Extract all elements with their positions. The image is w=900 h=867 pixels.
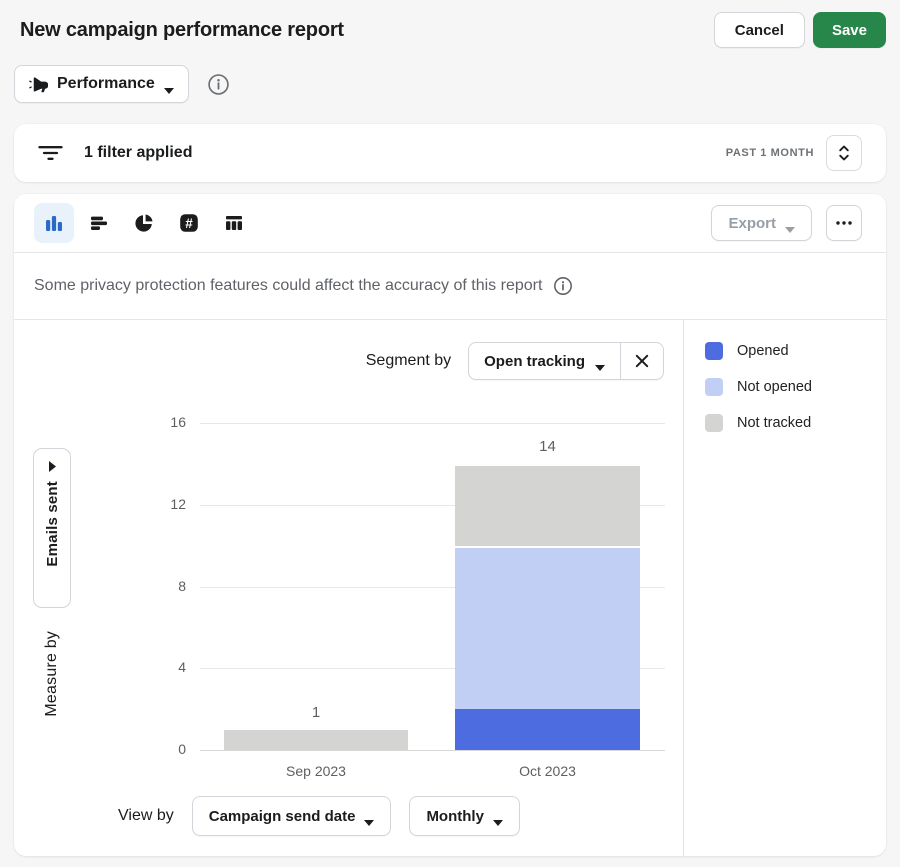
view-by-dimension-dropdown[interactable]: Campaign send date: [192, 796, 392, 836]
horizontal-bar-view-button[interactable]: [79, 203, 119, 243]
more-options-button[interactable]: [826, 205, 862, 241]
report-type-row: Performance: [0, 48, 900, 103]
table-view-button[interactable]: [214, 203, 254, 243]
legend-swatch-opened: [705, 342, 723, 360]
x-axis-label: Oct 2023: [455, 763, 640, 779]
chart-type-toolbar: # Export: [14, 194, 886, 252]
report-type-dropdown[interactable]: Performance: [14, 65, 189, 103]
more-horizontal-icon: [836, 221, 852, 225]
bar-segment-opened[interactable]: [455, 709, 640, 750]
legend-label: Opened: [737, 343, 789, 359]
chevron-down-icon: [364, 813, 374, 819]
filter-icon: [38, 145, 63, 161]
legend-label: Not tracked: [737, 415, 811, 431]
view-by-row: View by Campaign send date Monthly: [118, 796, 520, 836]
grid-line: [200, 423, 665, 424]
measure-dropdown[interactable]: Emails sent: [33, 448, 71, 608]
y-axis-tick-label: 12: [142, 496, 186, 512]
report-card: # Export Some privacy protection feature…: [14, 194, 886, 856]
filter-applied-label: 1 filter applied: [84, 144, 192, 162]
report-type-label: Performance: [57, 75, 155, 93]
y-axis-tick-label: 4: [142, 659, 186, 675]
privacy-notice-text: Some privacy protection features could a…: [34, 277, 542, 295]
chevron-down-icon: [785, 220, 795, 226]
legend-swatch-not-tracked: [705, 414, 723, 432]
bar-total-label: 1: [224, 704, 408, 721]
measure-value-label: Emails sent: [44, 481, 61, 567]
view-by-granularity-dropdown[interactable]: Monthly: [409, 796, 520, 836]
date-range-label: PAST 1 MONTH: [726, 147, 814, 159]
bar-segment-not-opened[interactable]: [455, 546, 640, 710]
legend-item-not-tracked: Not tracked: [705, 414, 886, 432]
export-label: Export: [728, 215, 776, 232]
bar-segment-not-tracked[interactable]: [455, 464, 640, 546]
pie-chart-view-button[interactable]: [124, 203, 164, 243]
megaphone-icon: [29, 76, 48, 93]
filter-bar[interactable]: 1 filter applied PAST 1 MONTH: [14, 124, 886, 182]
grid-line: [200, 750, 665, 751]
save-button[interactable]: Save: [813, 12, 886, 48]
bar-chart-view-button[interactable]: [34, 203, 74, 243]
view-by-label: View by: [118, 807, 174, 825]
export-dropdown[interactable]: Export: [711, 205, 812, 241]
privacy-notice: Some privacy protection features could a…: [14, 253, 886, 319]
chevron-right-icon: [49, 461, 56, 472]
view-by-dimension-label: Campaign send date: [209, 808, 356, 825]
privacy-info-icon[interactable]: [553, 276, 573, 296]
chevron-down-icon: [493, 813, 503, 819]
legend-swatch-not-opened: [705, 378, 723, 396]
bar-chart: 0 4 8 12 16 1 Sep 2023 14 Oct 2023: [14, 320, 683, 856]
top-bar: New campaign performance report Cancel S…: [0, 0, 900, 48]
y-axis-tick-label: 0: [142, 741, 186, 757]
svg-text:#: #: [185, 216, 193, 231]
x-axis-label: Sep 2023: [224, 763, 408, 779]
y-axis-tick-label: 8: [142, 578, 186, 594]
sort-toggle-button[interactable]: [826, 135, 862, 171]
bar-segment-not-tracked[interactable]: [224, 730, 408, 750]
chart-pane: Segment by Open tracking: [14, 320, 683, 856]
legend-item-not-opened: Not opened: [705, 378, 886, 396]
report-type-info-icon[interactable]: [207, 73, 230, 96]
measure-by-label: Measure by: [43, 631, 61, 717]
view-by-granularity-label: Monthly: [426, 808, 484, 825]
chevron-down-icon: [164, 81, 174, 87]
bar-total-label: 14: [455, 438, 640, 455]
topbar-actions: Cancel Save: [714, 12, 886, 48]
number-view-button[interactable]: #: [169, 203, 209, 243]
page-title: New campaign performance report: [20, 19, 344, 42]
legend-label: Not opened: [737, 379, 812, 395]
y-axis-tick-label: 16: [142, 414, 186, 430]
measure-by-label-wrap: Measure by: [33, 618, 71, 730]
legend-item-opened: Opened: [705, 342, 886, 360]
chart-legend: Opened Not opened Not tracked: [683, 320, 886, 856]
cancel-button[interactable]: Cancel: [714, 12, 805, 48]
